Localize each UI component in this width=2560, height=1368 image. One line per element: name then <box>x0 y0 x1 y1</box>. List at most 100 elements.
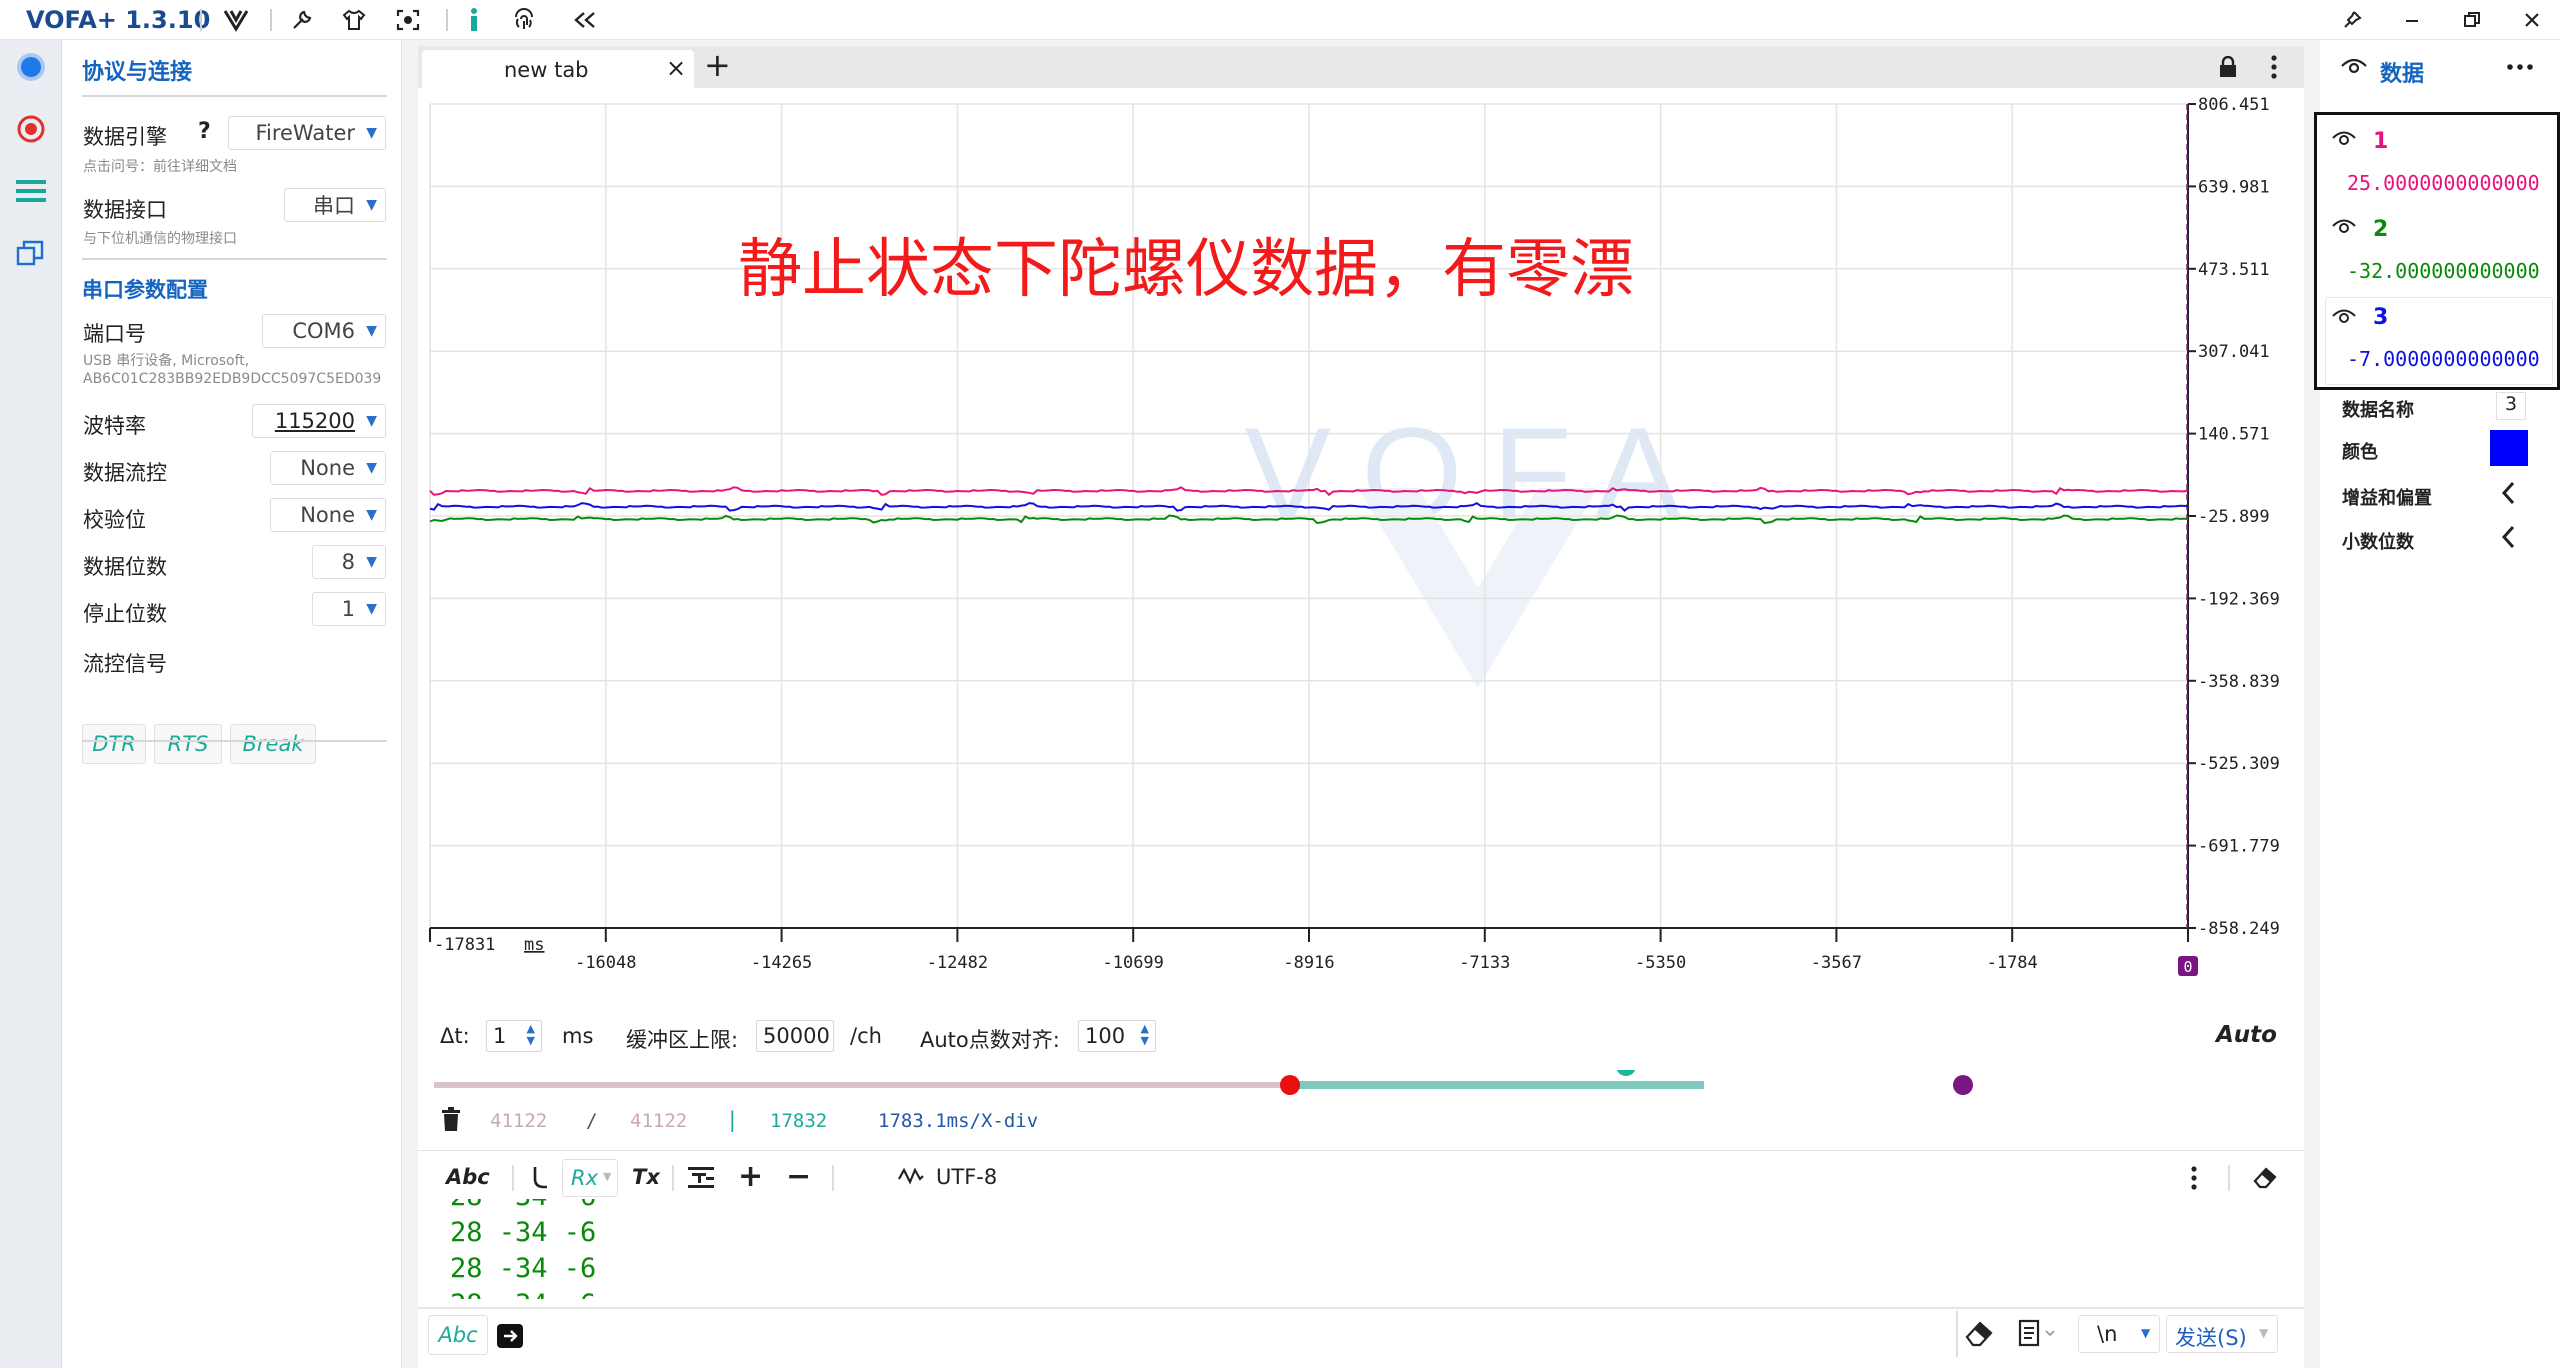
send-button[interactable]: 发送(S) ▼ <box>2166 1315 2278 1353</box>
activity-bar <box>0 40 62 1368</box>
section-title-protocol: 协议与连接 <box>82 60 193 85</box>
close-button[interactable] <box>2510 2 2554 38</box>
buffer-input[interactable]: 50000 <box>756 1020 834 1052</box>
chevron-down-icon: ▼ <box>366 413 377 429</box>
scroll-follow-icon[interactable] <box>532 1165 550 1195</box>
dt-input[interactable]: 1 ▲ ▼ <box>486 1020 542 1052</box>
fingerprint-icon[interactable] <box>508 4 540 36</box>
align-input[interactable]: 100 ▲ ▼ <box>1078 1020 1156 1052</box>
tab-close-icon[interactable]: × <box>666 54 686 82</box>
restore-button[interactable] <box>2450 2 2494 38</box>
interface-value: 串口 <box>313 194 355 218</box>
x-unit-label: ms <box>524 935 544 955</box>
encoding-label[interactable]: UTF-8 <box>936 1165 997 1189</box>
trash-icon[interactable] <box>440 1106 462 1136</box>
break-button[interactable]: Break <box>230 724 316 764</box>
more-vertical-icon[interactable] <box>2270 54 2278 84</box>
capture-icon[interactable] <box>392 4 424 36</box>
eye-icon[interactable] <box>2340 56 2368 80</box>
terminal-output[interactable]: 28 -34 -6 28 -34 -6 28 -34 -6 28 -34 -6 <box>434 1199 2284 1299</box>
y-tick-label: -858.249 <box>2198 919 2280 939</box>
abc-format-button[interactable]: Abc <box>446 1165 490 1189</box>
collapse-icon[interactable] <box>570 4 602 36</box>
text-format-icon[interactable] <box>688 1165 714 1193</box>
zoom-in-icon[interactable]: + <box>738 1159 763 1194</box>
slider-handle-mid[interactable] <box>1616 1070 1636 1076</box>
y-tick-label: 140.571 <box>2198 425 2270 445</box>
more-horizontal-icon[interactable] <box>2506 56 2534 75</box>
channel-3-card[interactable] <box>2325 297 2553 385</box>
x-tick-label: -12482 <box>927 953 988 973</box>
menu-list-icon[interactable] <box>14 174 48 208</box>
databits-select[interactable]: 8 ▼ <box>312 545 386 579</box>
channel-3-name[interactable]: 3 <box>2373 305 2388 330</box>
dtr-button[interactable]: DTR <box>82 724 146 764</box>
port-hint-2: AB6C01C283BB92EDB9DCC5097C5ED039 <box>83 371 382 387</box>
separator <box>270 9 272 31</box>
auto-toggle[interactable]: Auto <box>2216 1022 2277 1048</box>
zoom-out-icon[interactable]: − <box>786 1159 811 1194</box>
add-tab-icon[interactable]: + <box>704 46 731 84</box>
baud-select[interactable]: 115200 ▼ <box>252 404 386 438</box>
waveform-icon[interactable] <box>898 1165 924 1191</box>
wrench-icon[interactable] <box>286 4 318 36</box>
plot-annotation: 静止状态下陀螺仪数据，有零漂 <box>738 233 1634 307</box>
separator <box>832 1165 834 1191</box>
lock-icon[interactable] <box>2218 55 2238 82</box>
shirt-icon[interactable] <box>338 4 370 36</box>
send-file-icon[interactable] <box>496 1323 524 1353</box>
vofa-logo-icon[interactable] <box>220 4 252 36</box>
connect-status-icon[interactable] <box>14 50 48 84</box>
minimize-button[interactable] <box>2390 2 2434 38</box>
rx-toggle[interactable]: Rx ▼ <box>562 1159 618 1197</box>
stepper-icon[interactable]: ▲ ▼ <box>527 1023 535 1047</box>
port-select[interactable]: COM6 ▼ <box>262 314 386 348</box>
slider-handle-start[interactable] <box>1280 1075 1300 1095</box>
interface-select[interactable]: 串口 ▼ <box>284 188 386 222</box>
rts-button[interactable]: RTS <box>154 724 222 764</box>
channel-1-name[interactable]: 1 <box>2373 129 2388 154</box>
clear-send-icon[interactable] <box>1964 1319 1994 1351</box>
newline-select[interactable]: \n ▼ <box>2078 1315 2160 1353</box>
slider-track-selected <box>1290 1081 1704 1089</box>
engine-select[interactable]: FireWater ▼ <box>228 116 386 150</box>
slider-handle-end[interactable] <box>1953 1075 1973 1095</box>
range-slider[interactable] <box>418 1070 2304 1100</box>
eraser-icon[interactable] <box>2252 1165 2278 1193</box>
separator <box>2228 1165 2230 1191</box>
chevron-left-icon[interactable] <box>2500 480 2516 510</box>
parity-select[interactable]: None ▼ <box>270 498 386 532</box>
port-hint-1: USB 串行设备, Microsoft, <box>83 353 250 369</box>
send-format-button[interactable]: Abc <box>428 1315 488 1355</box>
windows-icon[interactable] <box>14 236 48 270</box>
tab-label: new tab <box>504 58 589 82</box>
stopbits-select[interactable]: 1 ▼ <box>312 592 386 626</box>
eye-icon[interactable] <box>2331 307 2357 329</box>
more-vertical-icon[interactable] <box>2190 1165 2198 1195</box>
info-icon[interactable] <box>458 4 490 36</box>
stepper-icon[interactable]: ▲ ▼ <box>1141 1023 1149 1047</box>
channel-2-name[interactable]: 2 <box>2373 217 2388 242</box>
record-icon[interactable] <box>14 112 48 146</box>
baud-label: 波特率 <box>83 414 146 438</box>
history-icon[interactable] <box>2018 1319 2058 1351</box>
tx-toggle[interactable]: Tx <box>632 1165 660 1189</box>
engine-label: 数据引擎 <box>83 125 167 149</box>
watermark-text: VOFA <box>1245 400 1712 546</box>
chevron-left-icon[interactable] <box>2500 524 2516 554</box>
engine-value: FireWater <box>255 121 355 145</box>
prop-name-input[interactable]: 3 <box>2496 392 2526 420</box>
eye-icon[interactable] <box>2331 217 2357 239</box>
divider <box>82 258 387 260</box>
pin-icon[interactable] <box>2330 2 2374 38</box>
flow-select[interactable]: None ▼ <box>270 451 386 485</box>
cursor-marker-label: 0 <box>2183 958 2192 976</box>
x-tick-label: -3567 <box>1811 953 1862 973</box>
tab-new[interactable]: new tab × <box>422 50 694 88</box>
color-swatch[interactable] <box>2490 430 2528 466</box>
chevron-down-icon: ▼ <box>366 460 377 476</box>
stat-bar: | <box>726 1108 739 1132</box>
engine-help-icon[interactable]: ? <box>198 119 211 144</box>
flow-label: 数据流控 <box>83 461 167 485</box>
eye-icon[interactable] <box>2331 129 2357 151</box>
